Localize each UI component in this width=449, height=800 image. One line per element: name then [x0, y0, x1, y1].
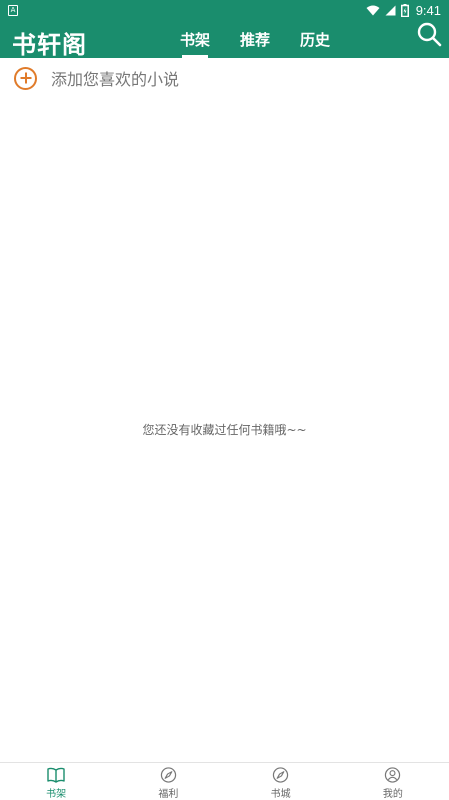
compass-icon: [160, 767, 177, 783]
nav-label-welfare: 福利: [158, 789, 179, 800]
status-time: 9:41: [415, 2, 441, 18]
bottom-nav: 书架 福利 书城 我的: [0, 762, 449, 800]
app-header: 书轩阁 书架 推荐 历史: [0, 20, 449, 59]
nav-item-welfare[interactable]: 福利: [112, 763, 224, 800]
nav-item-bookshelf[interactable]: 书架: [0, 763, 112, 800]
compass-icon: [272, 767, 289, 783]
empty-state-message: 您还没有收藏过任何书籍哦~~: [142, 423, 307, 437]
user-icon: [385, 767, 401, 783]
header-tabs: 书架 推荐 历史: [165, 20, 345, 58]
tab-bookshelf[interactable]: 书架: [165, 20, 225, 58]
notification-a-icon: A: [8, 4, 18, 16]
add-novel-label: 添加您喜欢的小说: [51, 70, 180, 89]
nav-label-profile: 我的: [382, 789, 403, 800]
book-icon: [47, 767, 65, 783]
search-icon: [417, 22, 442, 47]
status-bar: A 9:41: [0, 0, 449, 20]
signal-icon: [385, 5, 396, 15]
status-icons: 9:41: [366, 3, 441, 18]
nav-item-bookstore[interactable]: 书城: [225, 763, 337, 800]
nav-item-profile[interactable]: 我的: [337, 763, 449, 800]
add-novel-row[interactable]: 添加您喜欢的小说: [0, 62, 449, 94]
battery-icon: [400, 3, 409, 17]
app-title: 书轩阁: [12, 31, 87, 59]
nav-label-bookstore: 书城: [270, 789, 291, 800]
nav-label-bookshelf: 书架: [46, 789, 67, 800]
add-circle-icon[interactable]: [14, 66, 37, 90]
tab-history[interactable]: 历史: [285, 20, 345, 58]
wifi-icon: [366, 5, 380, 15]
tab-recommend[interactable]: 推荐: [225, 20, 285, 58]
search-button[interactable]: [414, 20, 444, 50]
